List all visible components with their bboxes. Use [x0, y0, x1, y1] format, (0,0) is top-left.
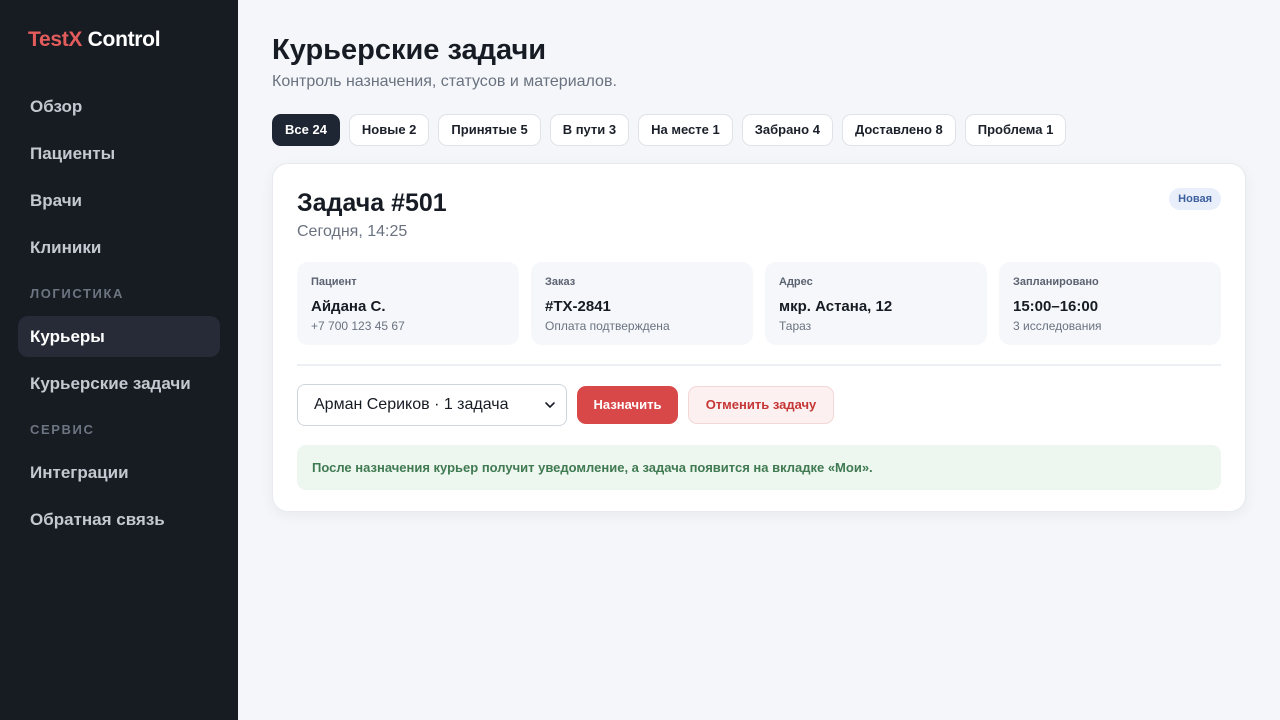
tab-accepted[interactable]: Принятые 5 — [438, 114, 541, 146]
info-sub: +7 700 123 45 67 — [311, 319, 405, 333]
tab-on-site[interactable]: На месте 1 — [638, 114, 733, 146]
sidebar-item-couriers[interactable]: Курьеры — [18, 316, 220, 357]
tab-problem[interactable]: Проблема 1 — [964, 114, 1067, 146]
info-sub: Оплата подтверждена — [545, 319, 670, 333]
task-time: Сегодня, 14:25 — [297, 223, 408, 240]
tab-all[interactable]: Все 24 — [272, 114, 340, 146]
info-label: Адрес — [779, 276, 813, 288]
status-badge: Новая — [1169, 188, 1221, 210]
divider — [297, 364, 1221, 366]
info-label: Пациент — [311, 276, 357, 288]
info-patient: Пациент Айдана С. +7 700 123 45 67 — [297, 262, 519, 345]
page-subtitle: Контроль назначения, статусов и материал… — [272, 73, 617, 90]
main-content: Курьерские задачи Контроль назначения, с… — [272, 0, 1246, 512]
page-title: Курьерские задачи — [272, 34, 547, 66]
info-sub: Тараз — [779, 319, 812, 333]
task-title: Задача #501 — [297, 189, 447, 217]
info-value: Айдана С. — [311, 298, 386, 315]
info-address: Адрес мкр. Астана, 12 Тараз — [765, 262, 987, 345]
task-card: Задача #501 Сегодня, 14:25 Новая Пациент… — [272, 163, 1246, 512]
info-value: #TX-2841 — [545, 298, 611, 315]
info-sub: 3 исследования — [1013, 319, 1102, 333]
info-order: Заказ #TX-2841 Оплата подтверждена — [531, 262, 753, 345]
tab-in-transit[interactable]: В пути 3 — [549, 114, 630, 146]
app-logo[interactable]: TestX Control — [18, 28, 220, 52]
sidebar-item-feedback[interactable]: Обратная связь — [18, 499, 220, 540]
courier-select-value: Арман Сериков · 1 задача — [314, 396, 509, 413]
info-label: Запланировано — [1013, 276, 1099, 288]
logo-product: Control — [82, 28, 161, 51]
tab-new[interactable]: Новые 2 — [348, 114, 430, 146]
status-tabs: Все 24 Новые 2 Принятые 5 В пути 3 На ме… — [272, 114, 1246, 146]
sidebar-item-integrations[interactable]: Интеграции — [18, 452, 220, 493]
assign-button[interactable]: Назначить — [577, 386, 678, 424]
info-scheduled: Запланировано 15:00–16:00 3 исследования — [999, 262, 1221, 345]
cancel-task-button[interactable]: Отменить задачу — [688, 386, 834, 424]
sidebar-item-doctors[interactable]: Врачи — [18, 180, 220, 221]
chevron-down-icon — [545, 402, 555, 408]
sidebar-section-service: СЕРВИС — [30, 422, 95, 437]
tab-picked-up[interactable]: Забрано 4 — [741, 114, 833, 146]
info-value: 15:00–16:00 — [1013, 298, 1099, 315]
tab-delivered[interactable]: Доставлено 8 — [841, 114, 956, 146]
sidebar-item-patients[interactable]: Пациенты — [18, 133, 220, 174]
sidebar-item-courier-tasks[interactable]: Курьерские задачи — [18, 363, 220, 404]
sidebar: TestX Control Обзор Пациенты Врачи Клини… — [0, 0, 238, 720]
sidebar-item-clinics[interactable]: Клиники — [18, 227, 220, 268]
assignment-notice: После назначения курьер получит уведомле… — [297, 445, 1221, 490]
info-value: мкр. Астана, 12 — [779, 298, 893, 315]
logo-brand: TestX — [28, 28, 83, 51]
sidebar-section-logistics: ЛОГИСТИКА — [30, 286, 125, 301]
courier-select[interactable]: Арман Сериков · 1 задача — [297, 384, 567, 426]
sidebar-item-overview[interactable]: Обзор — [18, 86, 220, 127]
task-actions: Арман Сериков · 1 задача Назначить Отмен… — [297, 384, 1221, 426]
info-label: Заказ — [545, 276, 576, 288]
task-info-row: Пациент Айдана С. +7 700 123 45 67 Заказ… — [297, 262, 1221, 345]
